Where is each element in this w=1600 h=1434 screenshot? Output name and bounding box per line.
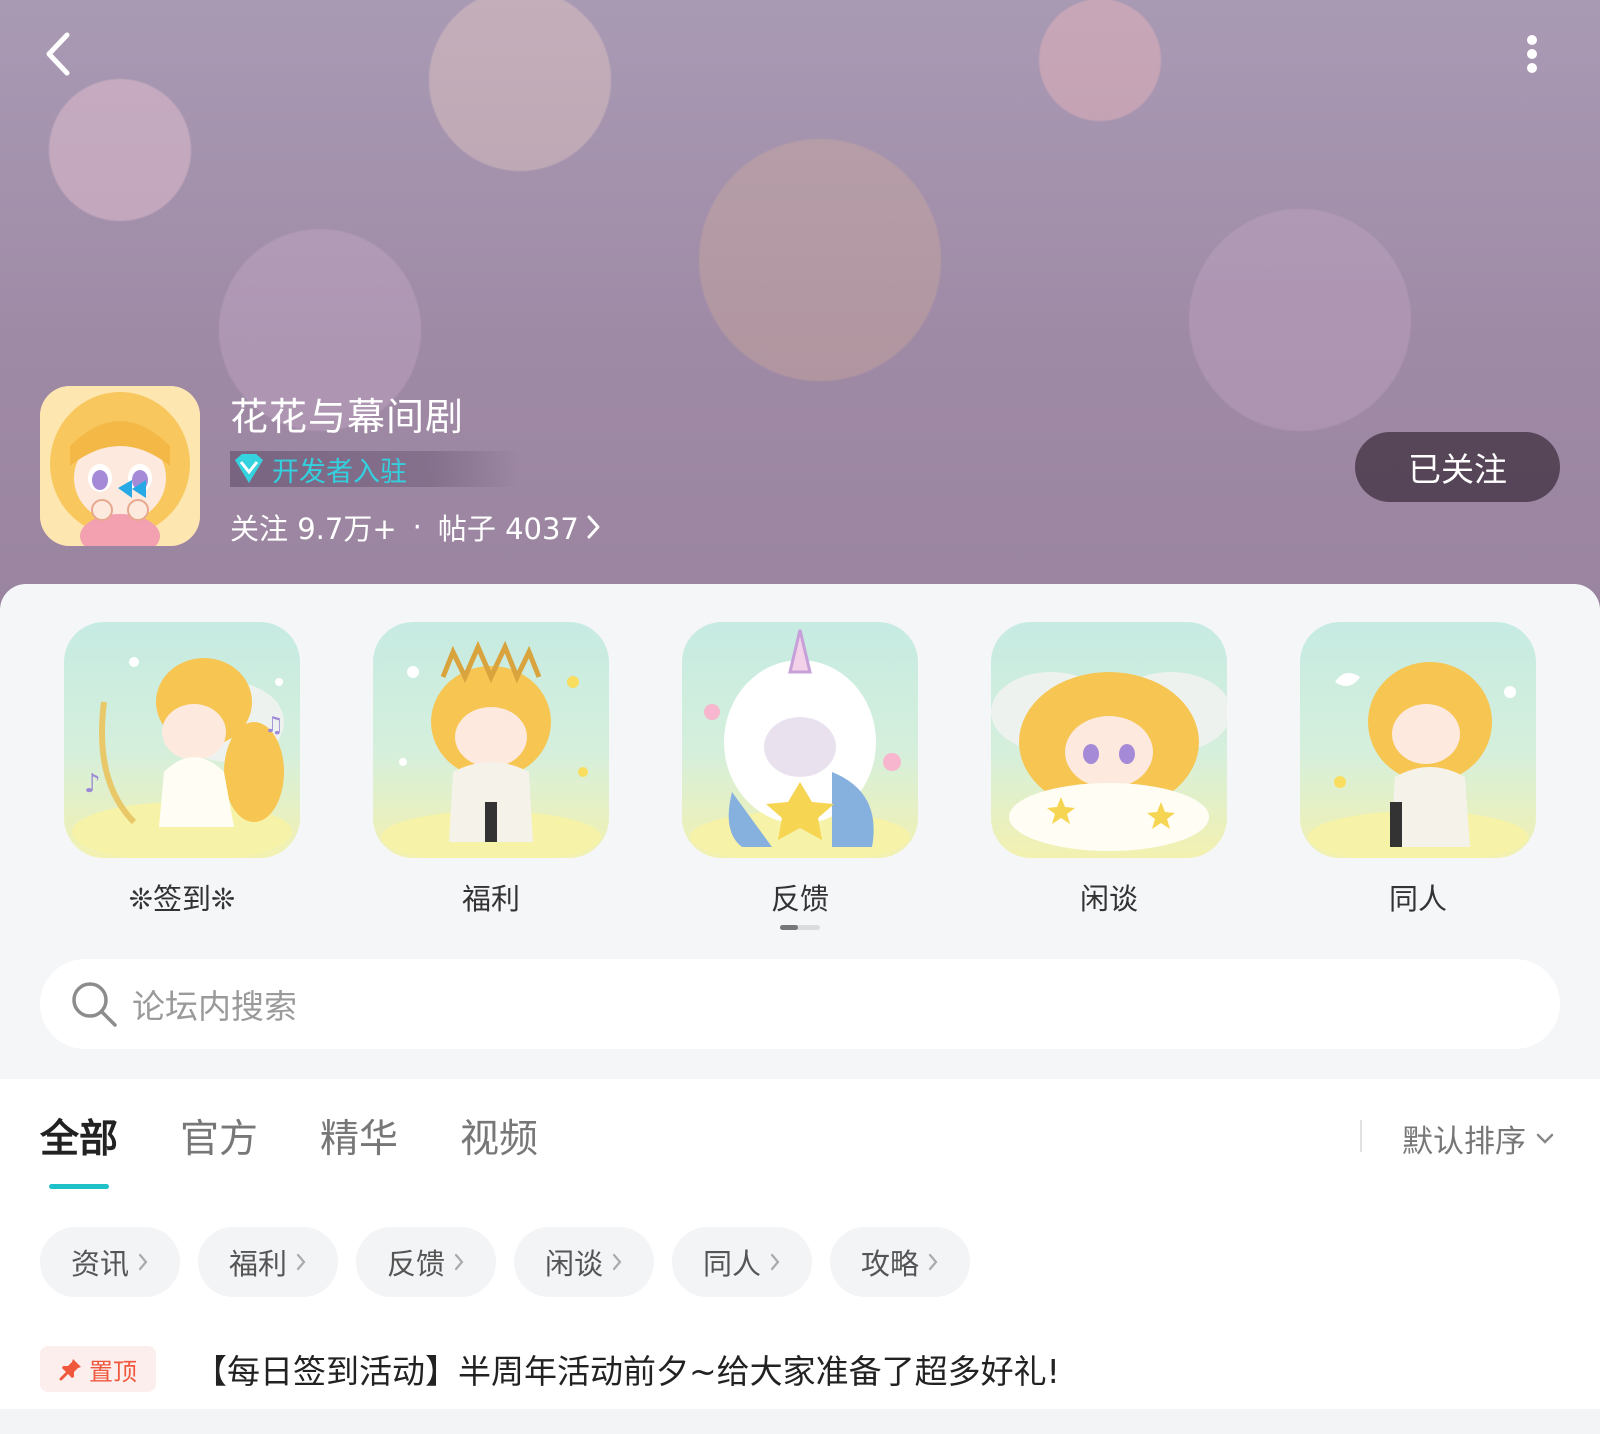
developer-badge-label: 开发者入驻 — [272, 456, 407, 488]
chip-label: 攻略 — [860, 1247, 919, 1281]
category-fanwork-image — [1300, 622, 1536, 858]
post-filter-tabs: 全部 官方 精华 视频 — [40, 1108, 600, 1164]
forum-title: 花花与幕间剧 — [230, 395, 465, 439]
chip-label: 同人 — [702, 1247, 761, 1281]
tab-video[interactable]: 视频 — [460, 1108, 538, 1164]
chevron-right-icon — [587, 515, 600, 539]
category-checkin-image: ♪ ♫ — [64, 622, 300, 858]
pinned-badge-label: 置顶 — [89, 1357, 137, 1386]
svg-text:♫: ♫ — [264, 713, 284, 738]
forum-search-input[interactable]: 论坛内搜索 — [40, 959, 1560, 1049]
more-options-button[interactable] — [1504, 26, 1560, 82]
chevron-right-icon — [611, 1252, 623, 1272]
sort-dropdown[interactable]: 默认排序 — [1402, 1116, 1554, 1161]
pinned-post-title: 【每日签到活动】半周年活动前夕~给大家准备了超多好礼! — [194, 1352, 1060, 1391]
posts-count-link[interactable]: 帖子 4037 — [438, 506, 601, 548]
followers-count: 关注 9.7万+ — [230, 512, 397, 546]
quick-category-panel: ♪ ♫ ❊签到❊ 福利 反馈 闲谈 同人 论坛内搜索 — [0, 584, 1600, 1079]
search-icon — [64, 974, 124, 1034]
chip-label: 闲谈 — [544, 1247, 603, 1281]
chevron-right-icon — [927, 1252, 939, 1272]
stats-separator: · — [412, 510, 422, 544]
active-tab-indicator — [49, 1184, 109, 1189]
sort-divider — [1360, 1120, 1362, 1152]
section-divider — [0, 1409, 1600, 1434]
app-logo — [40, 386, 200, 546]
chevron-down-icon — [1536, 1133, 1554, 1145]
topic-chips: 资讯 福利 反馈 闲谈 同人 攻略 — [40, 1227, 988, 1297]
category-chat-image — [991, 622, 1227, 858]
category-feedback-image — [682, 622, 918, 858]
chevron-right-icon — [453, 1252, 465, 1272]
posts-count: 帖子 4037 — [437, 512, 579, 546]
category-fanwork-label: 同人 — [1388, 882, 1447, 916]
sort-label: 默认排序 — [1402, 1124, 1526, 1160]
tab-all[interactable]: 全部 — [40, 1108, 118, 1164]
category-welfare[interactable]: 福利 — [373, 622, 609, 918]
category-feedback-label: 反馈 — [770, 882, 829, 916]
chip-chat[interactable]: 闲谈 — [514, 1227, 654, 1297]
forum-header-banner: 花花与幕间剧 开发者入驻 关注 9.7万+ · 帖子 4037 已关注 — [0, 0, 1600, 620]
category-checkin[interactable]: ♪ ♫ ❊签到❊ — [64, 622, 300, 918]
chip-guide[interactable]: 攻略 — [830, 1227, 970, 1297]
tab-official[interactable]: 官方 — [180, 1108, 258, 1164]
pinned-badge: 置顶 — [40, 1346, 156, 1392]
pinned-post-row[interactable]: 置顶 【每日签到活动】半周年活动前夕~给大家准备了超多好礼! — [40, 1345, 1060, 1393]
back-button[interactable] — [30, 26, 86, 82]
category-page-indicator — [780, 925, 820, 930]
category-checkin-label: ❊签到❊ — [128, 882, 236, 916]
search-placeholder: 论坛内搜索 — [132, 987, 297, 1026]
chevron-left-icon — [46, 32, 70, 76]
forum-stats: 关注 9.7万+ · 帖子 4037 — [230, 506, 601, 548]
chip-feedback[interactable]: 反馈 — [356, 1227, 496, 1297]
developer-badge: 开发者入驻 — [230, 451, 520, 488]
chip-news[interactable]: 资讯 — [40, 1227, 180, 1297]
pin-icon — [59, 1357, 83, 1381]
svg-text:♪: ♪ — [84, 769, 101, 799]
chip-label: 反馈 — [386, 1247, 445, 1281]
chevron-right-icon — [295, 1252, 307, 1272]
chip-fanwork[interactable]: 同人 — [672, 1227, 812, 1297]
category-chat-label: 闲谈 — [1079, 882, 1138, 916]
category-welfare-label: 福利 — [461, 882, 520, 916]
chevron-right-icon — [769, 1252, 781, 1272]
tab-featured[interactable]: 精华 — [320, 1108, 398, 1164]
category-welfare-image — [373, 622, 609, 858]
category-chat[interactable]: 闲谈 — [991, 622, 1227, 918]
chevron-right-icon — [137, 1252, 149, 1272]
category-fanwork[interactable]: 同人 — [1300, 622, 1536, 918]
chip-welfare[interactable]: 福利 — [198, 1227, 338, 1297]
chip-label: 资讯 — [70, 1247, 129, 1281]
chip-label: 福利 — [228, 1247, 287, 1281]
category-feedback[interactable]: 反馈 — [682, 622, 918, 918]
follow-button[interactable]: 已关注 — [1355, 432, 1560, 502]
diamond-icon — [230, 451, 268, 487]
more-vertical-icon — [1527, 35, 1537, 73]
